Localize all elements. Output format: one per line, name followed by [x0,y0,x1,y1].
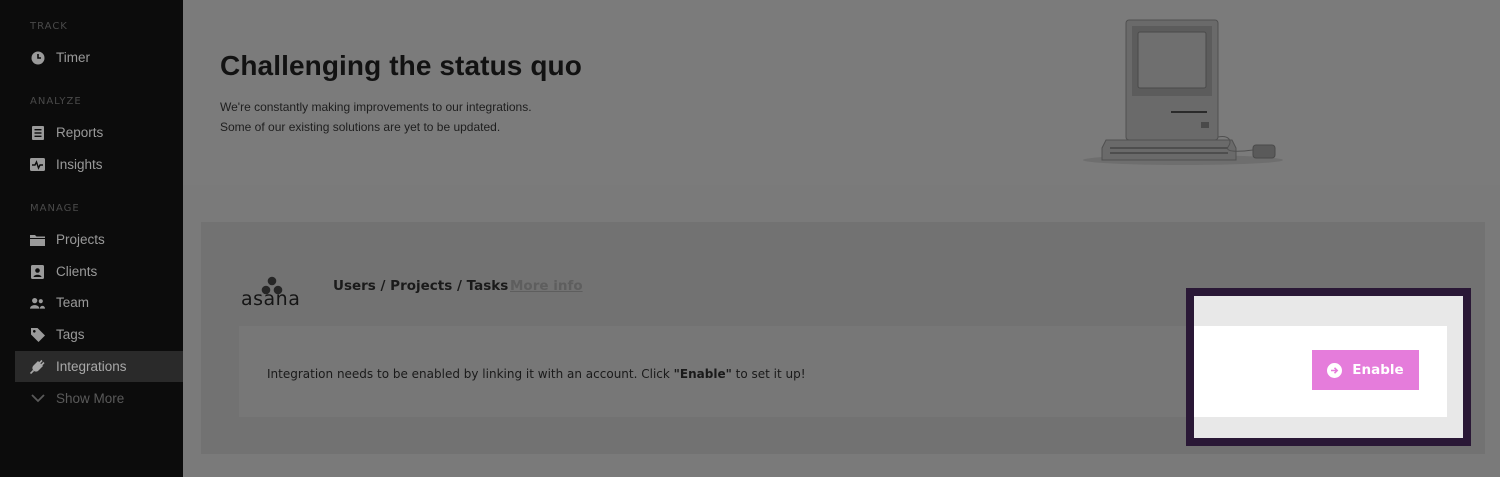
reports-icon [30,125,45,140]
integration-name: asana [241,288,301,310]
integration-type: Users / Projects / Tasks [333,278,509,294]
sidebar-item-label: Clients [56,264,98,279]
folder-icon [30,232,45,247]
insights-icon [30,157,45,172]
sidebar-item-team[interactable]: Team [15,287,183,318]
section-label-manage: MANAGE [30,203,80,214]
section-label-analyze: ANALYZE [30,96,82,107]
tag-icon [30,327,45,342]
sidebar-item-label: Timer [56,50,90,65]
sidebar-item-label: Integrations [56,359,127,374]
notice-text: Integration needs to be enabled by linki… [267,367,806,381]
retro-computer-illustration [1083,19,1283,165]
sidebar-item-label: Reports [56,125,104,140]
page-title: Challenging the status quo [220,50,582,81]
section-label-track: TRACK [30,21,68,32]
sidebar-item-label: Tags [56,327,85,342]
sidebar-item-projects[interactable]: Projects [15,224,183,255]
sidebar: TRACK Timer ANALYZE Reports Insights MAN… [0,0,183,477]
notice-text-emphasis: "Enable" [673,367,732,381]
sidebar-item-label: Team [56,295,90,310]
sidebar-item-integrations[interactable]: Integrations [15,351,183,382]
more-info-link[interactable]: More info [510,278,583,294]
sidebar-item-tags[interactable]: Tags [15,319,183,350]
sidebar-item-reports[interactable]: Reports [15,117,183,148]
sidebar-item-show-more[interactable]: Show More [15,383,183,414]
hero-subtitle-line-2: Some of our existing solutions are yet t… [220,120,501,134]
team-icon [30,295,45,310]
sidebar-item-timer[interactable]: Timer [15,42,183,73]
sidebar-item-label: Projects [56,232,105,247]
notice-text-end: to set it up! [731,367,806,381]
hero-banner: Challenging the status quo We're constan… [183,0,1500,185]
sidebar-item-label: Show More [56,391,125,406]
plug-icon [30,359,45,374]
sidebar-item-insights[interactable]: Insights [15,149,183,180]
notice-text-start: Integration needs to be enabled by linki… [267,367,674,381]
sidebar-item-label: Insights [56,157,103,172]
enable-button[interactable]: Enable [1312,350,1419,390]
clock-icon [30,50,45,65]
hero-subtitle-line-1: We're constantly making improvements to … [220,100,532,114]
enable-button-label: Enable [1352,362,1404,378]
chevron-down-icon [30,391,45,406]
sidebar-item-clients[interactable]: Clients [15,256,183,287]
client-icon [30,264,45,279]
arrow-right-circle-icon [1327,362,1343,378]
